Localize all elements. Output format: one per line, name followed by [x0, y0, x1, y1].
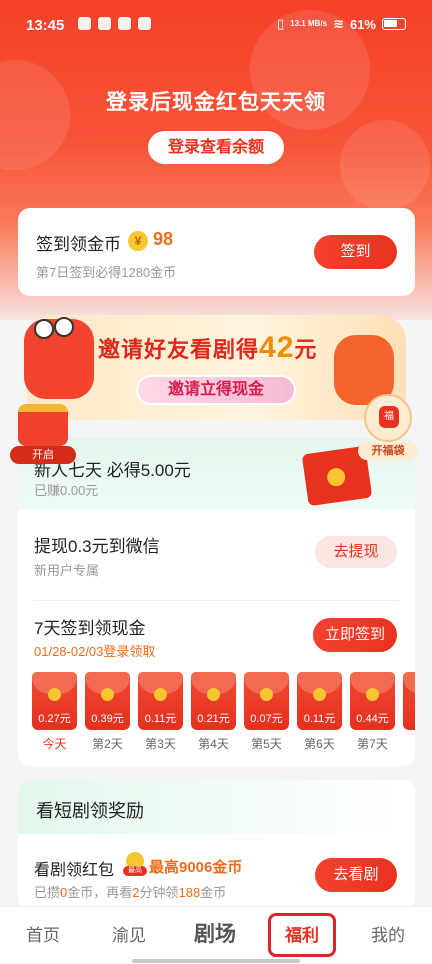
checkin-title: 签到领金币 [36, 235, 121, 254]
next-coins: 188 [178, 885, 201, 900]
checkin-card: 签到领金币 ¥ 98 第7日签到必得1280金币 签到 [18, 208, 415, 296]
day-amount: 0.21元 [197, 713, 230, 725]
invite-headline: 邀请好友看剧得42元 [98, 331, 317, 365]
day-envelope[interactable]: 0.44元 第7天 [350, 672, 395, 752]
day-label: 第7天 [357, 737, 388, 751]
invite-text: 邀请好友看剧得 [98, 337, 260, 362]
invite-cash-button[interactable]: 邀请立得现金 [136, 375, 296, 405]
drama-progress-text: 金币，再看 [67, 885, 133, 900]
status-time: 13:45 [26, 17, 65, 34]
tab-welfare[interactable]: 福利 [272, 921, 332, 946]
tab-theater[interactable]: 剧场 [185, 918, 245, 948]
seven-day-title: 7天签到领现金 [34, 619, 146, 638]
status-bar: 13:45 ▯ 13.1 MB/s ≋ 61% [0, 0, 432, 52]
day-amount: 0.44元 [356, 713, 389, 725]
status-right: ▯ 13.1 MB/s ≋ 61% [277, 16, 406, 32]
day-amount: 0.27元 [38, 713, 71, 725]
coin-icon: ¥ [128, 231, 148, 251]
day-amount: 0.11元 [303, 713, 336, 725]
drama-progress-text: 金币 [200, 885, 227, 900]
day-label: 第3天 [145, 737, 176, 751]
day-amount: 0.07元 [250, 713, 283, 725]
day-label: 往 [403, 735, 415, 752]
battery-percent: 61% [349, 16, 376, 32]
notification-icon [118, 17, 131, 30]
day-label: 今天 [42, 737, 67, 751]
notification-icon [78, 17, 91, 30]
day-envelope[interactable]: 往 [403, 672, 415, 752]
notification-icon [98, 17, 111, 30]
drama-section-header: 看短剧领奖励 [18, 780, 415, 834]
drama-progress-text: 已攒 [34, 885, 61, 900]
tab-home[interactable]: 首页 [13, 921, 73, 946]
vibrate-icon: ▯ [277, 16, 285, 31]
lucky-bag-badge: 福 [379, 406, 399, 428]
tab-yujian[interactable]: 渝见 [99, 921, 159, 946]
day-envelope[interactable]: 0.27元 今天 [32, 672, 77, 752]
coin-tag: 最高 [123, 866, 147, 876]
treasure-chest-widget[interactable]: 开启 [10, 400, 76, 464]
seven-day-date-range: 01/28-02/03登录领取 [34, 644, 156, 659]
divider [34, 600, 399, 601]
home-indicator [132, 959, 300, 963]
day-amount: 0.39元 [91, 713, 124, 725]
invite-amount: 42 [259, 331, 295, 364]
checkin-button[interactable]: 签到 [314, 235, 397, 269]
invite-unit: 元 [294, 337, 318, 362]
day-label: 第4天 [198, 737, 229, 751]
tasks-card: 提现0.3元到微信 新用户专属 去提现 7天签到领现金 01/28-02/03登… [18, 510, 415, 766]
new-user-earned: 已赚0.00元 [34, 483, 99, 498]
coin-icon: 最高 [123, 852, 147, 878]
drama-rewards-card: 看短剧领奖励 看剧领红包 最高 最高9006金币 已攒0金币，再看2分钟领188… [18, 780, 415, 910]
lucky-bag-label: 开福袋 [358, 442, 418, 460]
notification-icon [138, 17, 151, 30]
withdraw-title: 提现0.3元到微信 [34, 537, 160, 556]
withdraw-button[interactable]: 去提现 [315, 536, 397, 568]
drama-section-title: 看短剧领奖励 [36, 801, 144, 821]
wifi-icon: ≋ [333, 16, 344, 31]
lucky-bag-widget[interactable]: 福 开福袋 [358, 394, 418, 460]
drama-progress-text: 分钟领 [139, 885, 179, 900]
remaining-minutes: 2 [132, 885, 140, 900]
treasure-chest-icon [18, 404, 68, 446]
status-app-icons [78, 17, 151, 30]
drama-progress: 已攒0金币，再看2分钟领188金币 [34, 882, 226, 901]
sign-in-now-button[interactable]: 立即签到 [313, 618, 397, 652]
drama-task-title: 看剧领红包 [34, 862, 115, 879]
login-view-balance-button[interactable]: 登录查看余额 [148, 131, 284, 164]
network-speed: 13.1 MB/s [290, 19, 328, 28]
mascot-eye-icon [54, 317, 74, 337]
mascot-eye-icon [34, 319, 54, 339]
day-label: 第2天 [92, 737, 123, 751]
day-envelope[interactable]: 0.39元 第2天 [85, 672, 130, 752]
day-label: 第6天 [304, 737, 335, 751]
day-envelope[interactable]: 0.21元 第4天 [191, 672, 236, 752]
bottom-tab-bar: 首页 渝见 剧场 福利 我的 [0, 906, 432, 964]
battery-icon [382, 18, 406, 30]
day-envelope[interactable]: 0.11元 第3天 [138, 672, 183, 752]
hero-title: 登录后现金红包天天领 [106, 91, 326, 114]
withdraw-subtitle: 新用户专属 [34, 563, 100, 578]
day-envelope[interactable]: 0.11元 第6天 [297, 672, 342, 752]
day-amount: 0.11元 [144, 713, 177, 725]
checkin-subtitle: 第7日签到必得1280金币 [36, 265, 177, 280]
coin-count: 98 [153, 229, 174, 249]
day-label: 第5天 [251, 737, 282, 751]
seven-day-envelopes: 0.27元 今天 0.39元 第2天 0.11元 第3天 0.21元 第4天 0… [32, 672, 415, 752]
chest-label: 开启 [10, 446, 76, 464]
new-user-reward-card[interactable]: 新人七天 必得5.00元 已赚0.00元 [18, 438, 415, 510]
drama-max-reward: 最高9006金币 [149, 859, 243, 876]
day-envelope[interactable]: 0.07元 第5天 [244, 672, 289, 752]
watch-drama-button[interactable]: 去看剧 [315, 858, 397, 892]
lucky-bag-icon: 福 [364, 394, 412, 442]
tab-mine[interactable]: 我的 [358, 921, 418, 946]
